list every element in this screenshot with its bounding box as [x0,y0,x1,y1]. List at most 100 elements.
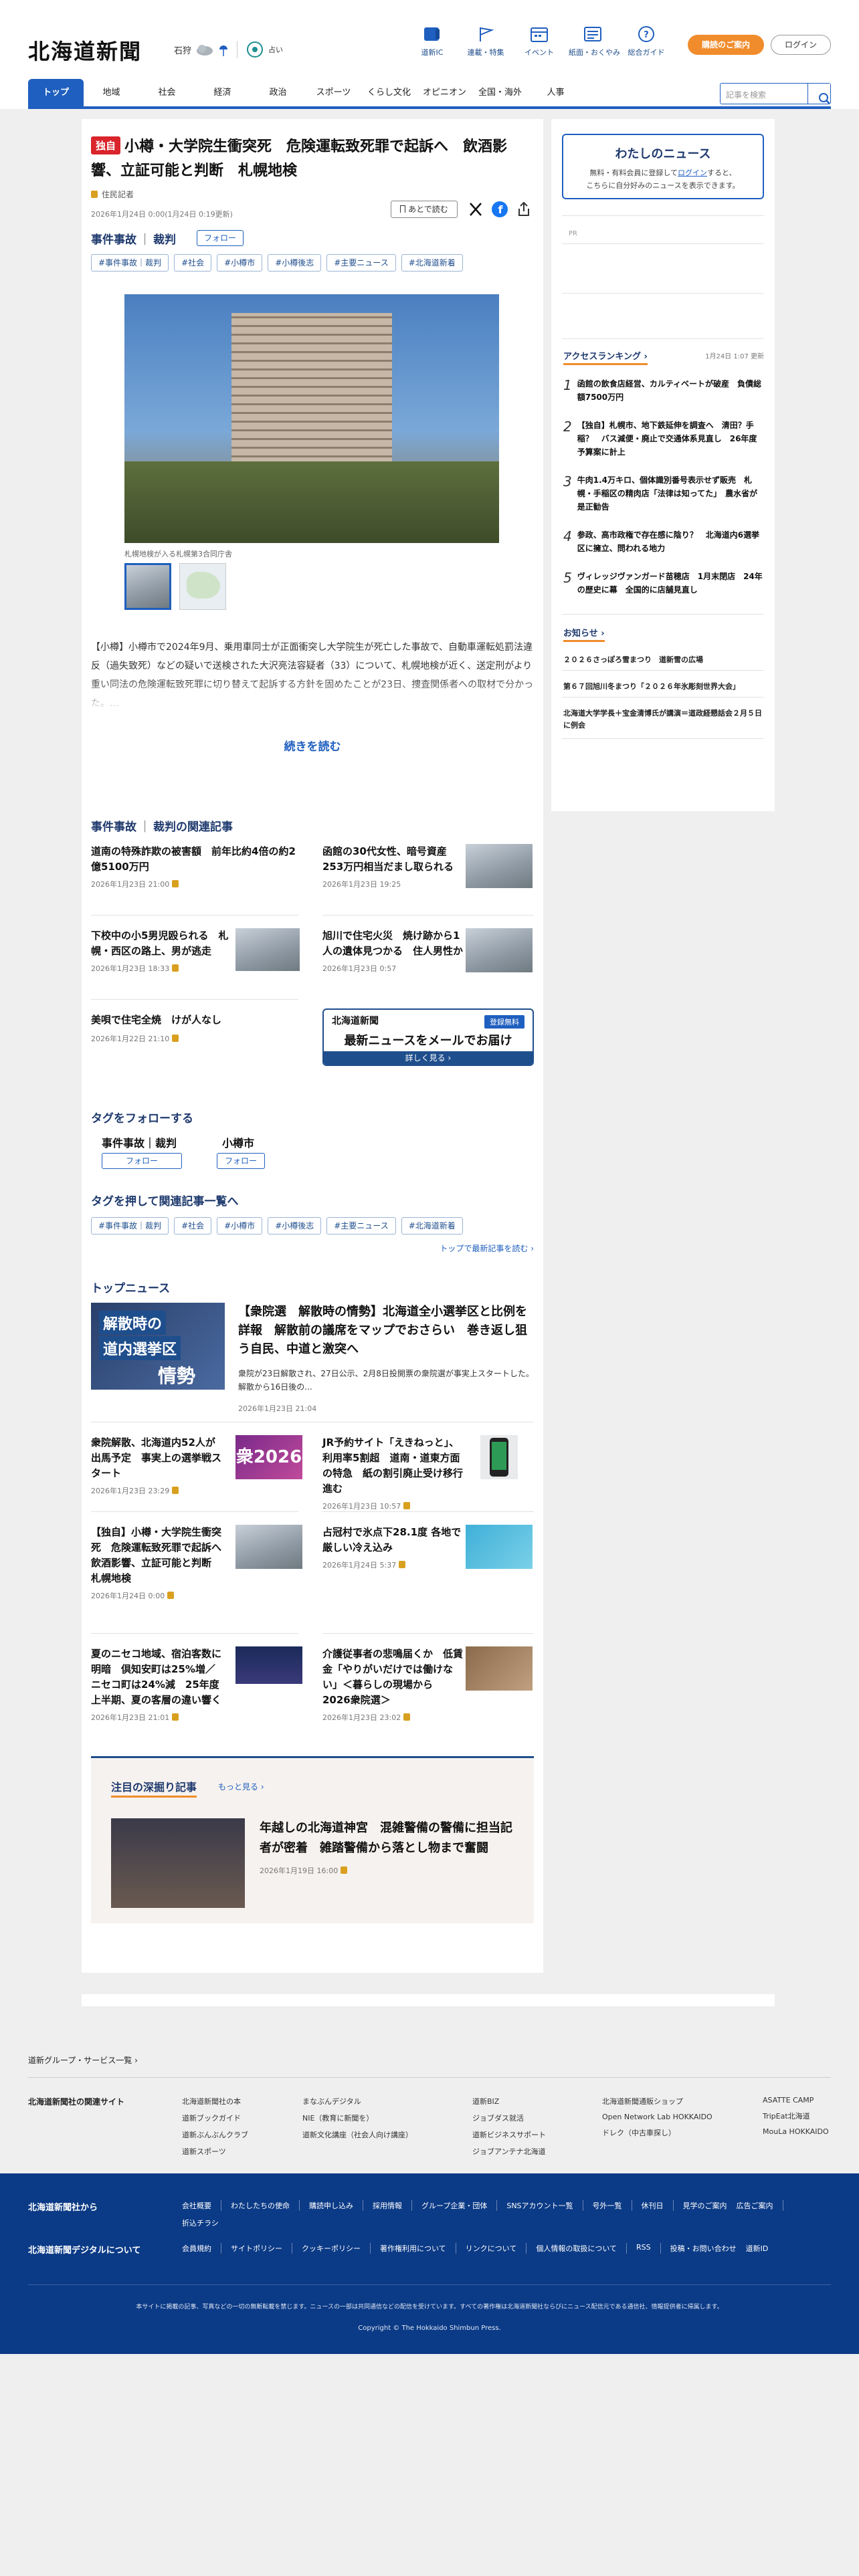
footer-link[interactable]: 号外一覧 [593,2200,632,2211]
tag-link[interactable]: #社会 [174,1217,212,1235]
ranking-item[interactable]: 4 参政、高市政権で存在感に陰り？ 北海道内6選挙区に擁立、問われる地力 [563,528,764,555]
footer-link[interactable]: 折込チラシ [182,2218,219,2228]
nav-tab-sports[interactable]: スポーツ [306,79,361,107]
tag-link[interactable]: #事件事故｜裁判 [91,1217,169,1235]
deep-dive-thumbnail[interactable] [111,1818,245,1908]
related-item[interactable]: 旭川で住宅火災 焼け跡から1人の遺体見つかる 住人男性か 2026年1月23日 … [322,928,463,974]
footer-link[interactable]: ドレク（中古車探し） [602,2127,712,2138]
tag-link[interactable]: #北海道新着 [401,254,463,272]
top-news-item[interactable]: 衆院解散、北海道内52人が出馬予定 事実上の選挙戦スタート 2026年1月23日… [91,1435,225,1496]
top-news-item-thumbnail[interactable] [235,1525,302,1569]
search-box[interactable]: 記事を検索 [720,83,831,104]
footer-link[interactable]: 道新ID [746,2243,769,2254]
top-news-item[interactable]: JR予約サイト「えきねっと」、利用率5割超 道南・道東方面の特急 紙の割引廃止受… [322,1435,463,1511]
footer-link[interactable]: 著作権利用について [380,2243,456,2254]
footer-link[interactable]: 見学のご案内 [683,2200,737,2211]
footer-link[interactable]: 購読申し込み [309,2200,363,2211]
newsletter-banner[interactable]: 北海道新聞 登録無料 最新ニュースをメールでお届け 詳しく見る › [322,1008,534,1066]
notice-item[interactable]: ２０２６さっぽろ雪まつり 道新雪の広場 [563,654,764,665]
footer-link[interactable]: 広告ご案内 [737,2200,783,2211]
related-item-thumbnail[interactable] [466,928,533,972]
top-news-item[interactable]: 介護従事者の悲鳴届くか 低賃金「やりがいだけでは働けない」＜暮らしの現場から 2… [322,1646,463,1723]
nav-tab-politics[interactable]: 政治 [250,79,306,107]
related-item[interactable]: 函館の30代女性、暗号資産253万円相当だまし取られる 2026年1月23日 1… [322,844,463,889]
ranking-item[interactable]: 1 函館の飲食店経営、カルティベートが破産 負債総額7500万円 [563,377,764,404]
footer-link[interactable]: わたしたちの使命 [231,2200,300,2211]
footer-link[interactable]: リンクについて [466,2243,527,2254]
header-link-event[interactable]: イベント [515,25,563,58]
image-thumbnail-2[interactable] [179,563,226,610]
header-link-series[interactable]: 連載・特集 [462,25,510,58]
footer-link[interactable]: 道新文化講座（社会人向け講座） [302,2129,413,2140]
fortune-icon[interactable] [246,40,264,59]
tag-link[interactable]: #北海道新着 [401,1217,463,1235]
footer-link[interactable]: クッキーポリシー [302,2243,371,2254]
nav-tab-opinion[interactable]: オピニオン [417,79,472,107]
deep-dive-more-link[interactable]: もっと見る › [218,1781,264,1792]
category-follow-button[interactable]: フォロー [197,230,244,246]
x-share-icon[interactable] [467,201,484,218]
top-news-feature-thumbnail[interactable]: 解散時の 道内選挙区 情勢 [91,1303,225,1390]
footer-link[interactable]: ASATTE CAMP [763,2096,829,2105]
related-item[interactable]: 道南の特殊詐欺の被害額 前年比約4倍の約2億5100万円 2026年1月23日 … [91,844,298,889]
fortune-label[interactable]: 占い [268,44,283,55]
nav-tab-region[interactable]: 地域 [84,79,139,107]
header-link-ic[interactable]: 道新IC [408,25,456,58]
tag-link[interactable]: #小樽市 [217,1217,263,1235]
footer-link[interactable]: 会社概要 [182,2200,221,2211]
read-later-button[interactable]: あとで読む [391,201,458,218]
ranking-item[interactable]: 2 【独自】札幌市、地下鉄延伸を調査へ 清田？手稲？ バス減便・廃止で交通体系見… [563,419,764,459]
tag-link[interactable]: #主要ニュース [326,1217,396,1235]
nav-tab-world[interactable]: 全国・海外 [472,79,528,107]
header-link-guide[interactable]: ? 総合ガイド [622,25,670,58]
footer-link[interactable]: グループ企業・団体 [421,2200,498,2211]
footer-link[interactable]: 道新ぶんぶんクラブ [182,2129,248,2140]
nav-tab-society[interactable]: 社会 [139,79,195,107]
top-news-item-thumbnail[interactable] [235,1646,302,1684]
footer-link[interactable]: サイトポリシー [231,2243,292,2254]
nav-tab-top[interactable]: トップ [28,79,84,107]
tag-link[interactable]: #事件事故｜裁判 [91,254,169,272]
footer-link[interactable]: 道新BIZ [472,2096,546,2107]
tag-link[interactable]: #小樽後志 [268,1217,322,1235]
nav-tab-personnel[interactable]: 人事 [528,79,583,107]
tag-link[interactable]: #小樽後志 [268,254,322,272]
facebook-share-icon[interactable]: f [491,201,508,218]
footer-link[interactable]: 道新スポーツ [182,2146,248,2157]
related-item[interactable]: 美唄で住宅全焼 けが人なし 2026年1月22日 21:10 [91,1012,298,1044]
footer-link[interactable]: 休刊日 [642,2200,674,2211]
top-news-item-thumbnail[interactable] [466,1646,533,1691]
footer-link[interactable]: SNSアカウント一覧 [506,2200,583,2211]
follow-tag-button[interactable]: フォロー [102,1153,182,1169]
top-news-item[interactable]: 【独自】小樽・大学院生衝突死 危険運転致死罪で起訴へ 飲酒影響、立証可能と判断 … [91,1525,231,1601]
group-services-link[interactable]: 道新グループ・サービス一覧 › [28,2054,138,2066]
tag-link[interactable]: #社会 [174,254,212,272]
top-news-feature-title[interactable]: 【衆院選 解散時の情勢】北海道全小選挙区と比例を詳報 解散前の議席をマップでおさ… [238,1303,534,1359]
top-news-item[interactable]: 占冠村で氷点下28.1度 各地で厳しい冷え込み 2026年1月24日 5:37 [322,1525,463,1570]
footer-link[interactable]: 北海道新聞社の本 [182,2096,248,2107]
footer-link[interactable]: 投稿・お問い合わせ [670,2243,746,2254]
site-logo[interactable]: 北海道新聞 [28,35,142,66]
footer-link[interactable]: ジョブアンテナ北海道 [472,2146,546,2157]
article-main-image[interactable] [124,294,499,543]
deep-dive-item-title[interactable]: 年越しの北海道神宮 混雑警備の警備に担当記者が密着 雑踏警備から落とし物まで奮闘 [260,1818,520,1858]
search-input[interactable]: 記事を検索 [726,89,766,100]
login-button[interactable]: ログイン [771,35,831,55]
top-latest-link[interactable]: トップで最新記事を読む › [403,1243,534,1254]
weather-widget[interactable]: 石狩 占い [174,40,283,59]
footer-link[interactable]: ジョブダス就活 [472,2113,546,2123]
article-category[interactable]: 事件事故｜裁判 [91,230,176,247]
header-link-paper[interactable]: 紙面・おくやみ [569,25,620,58]
search-button[interactable] [807,84,830,104]
footer-link[interactable]: 会員規約 [182,2243,221,2254]
subscribe-button[interactable]: 購読のご案内 [688,35,764,55]
image-thumbnail-1[interactable] [124,563,171,610]
top-news-item-thumbnail[interactable] [480,1435,518,1479]
footer-link[interactable]: 北海道新聞通販ショップ [602,2096,712,2107]
notice-item[interactable]: 第６７回旭川冬まつり「２０２６年氷彫刻世界大会」 [563,681,764,691]
related-item-thumbnail[interactable] [466,844,533,888]
footer-link[interactable]: NIE（教育に新聞を） [302,2113,413,2123]
footer-link[interactable]: 道新ブックガイド [182,2113,248,2123]
my-news-login-link[interactable]: ログイン [678,169,707,177]
notice-title[interactable]: お知らせ › [563,626,605,642]
